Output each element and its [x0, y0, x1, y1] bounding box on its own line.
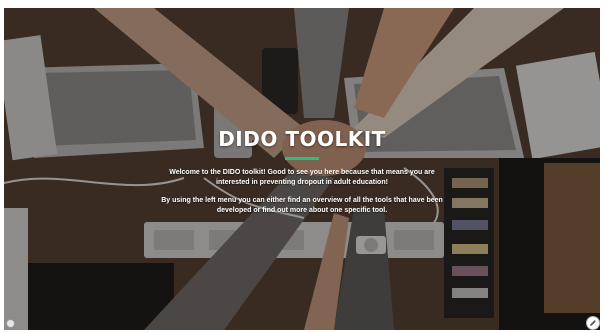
- pencil-icon: [590, 320, 596, 326]
- title-divider: [285, 157, 319, 160]
- welcome-paragraph: Welcome to the DIDO toolkit! Good to see…: [169, 169, 435, 186]
- page-frame: DIDO TOOLKIT Welcome to the DIDO toolkit…: [0, 0, 604, 333]
- instructions-paragraph: By using the left menu you can either fi…: [161, 197, 443, 214]
- edit-button[interactable]: [586, 316, 600, 330]
- hero-title: DIDO TOOLKIT: [218, 127, 386, 151]
- circle-icon[interactable]: [6, 319, 15, 328]
- hero-content: DIDO TOOLKIT Welcome to the DIDO toolkit…: [4, 126, 600, 216]
- hero-section: DIDO TOOLKIT Welcome to the DIDO toolkit…: [4, 8, 600, 330]
